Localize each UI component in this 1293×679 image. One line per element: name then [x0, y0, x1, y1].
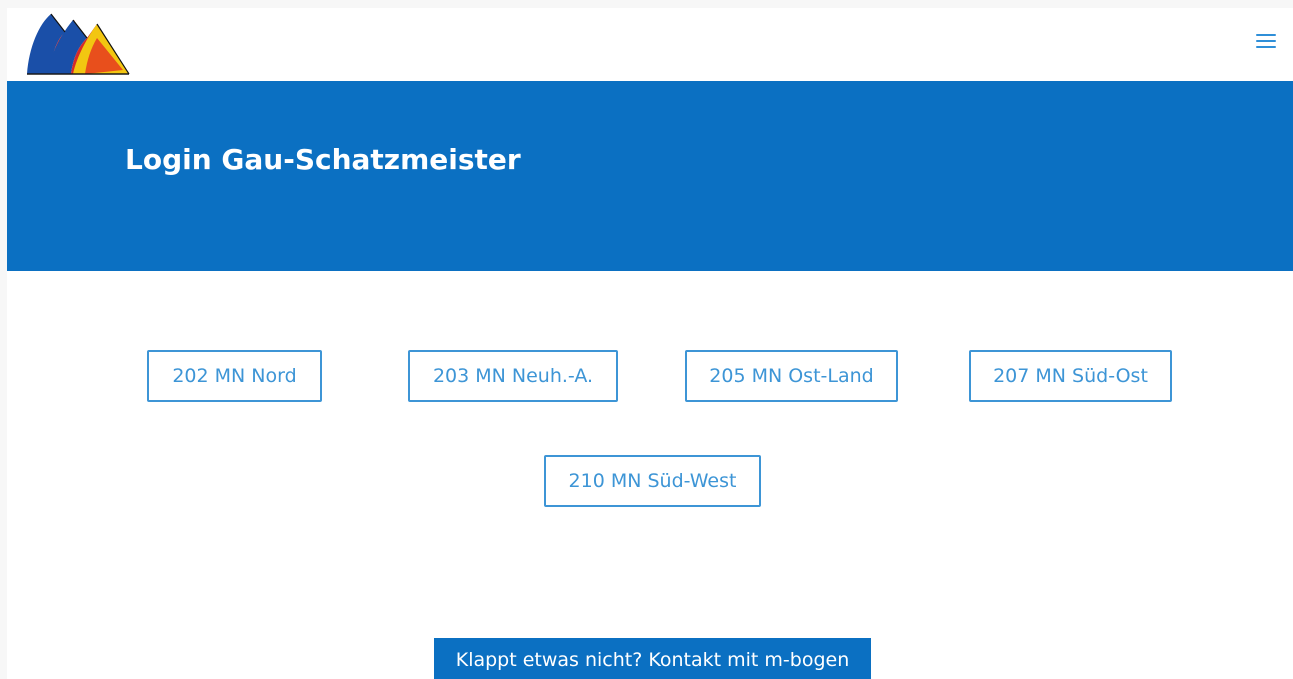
- page-title: Login Gau-Schatzmeister: [125, 143, 521, 176]
- menu-line: [1256, 34, 1276, 36]
- archery-club-logo-icon[interactable]: [25, 12, 130, 78]
- page: Login Gau-Schatzmeister 202 MN Nord 203 …: [0, 0, 1293, 679]
- district-button-210[interactable]: 210 MN Süd-West: [544, 455, 761, 507]
- hamburger-menu-icon[interactable]: [1256, 32, 1278, 50]
- menu-line: [1256, 40, 1276, 42]
- contact-button[interactable]: Klappt etwas nicht? Kontakt mit m-bogen: [434, 638, 871, 679]
- hero-banner: Login Gau-Schatzmeister: [7, 81, 1293, 271]
- district-button-207[interactable]: 207 MN Süd-Ost: [969, 350, 1172, 402]
- site-header: [7, 8, 1293, 81]
- district-button-205[interactable]: 205 MN Ost-Land: [685, 350, 898, 402]
- menu-line: [1256, 46, 1276, 48]
- district-button-203[interactable]: 203 MN Neuh.-A.: [408, 350, 618, 402]
- main-content: 202 MN Nord 203 MN Neuh.-A. 205 MN Ost-L…: [7, 271, 1293, 679]
- district-button-202[interactable]: 202 MN Nord: [147, 350, 322, 402]
